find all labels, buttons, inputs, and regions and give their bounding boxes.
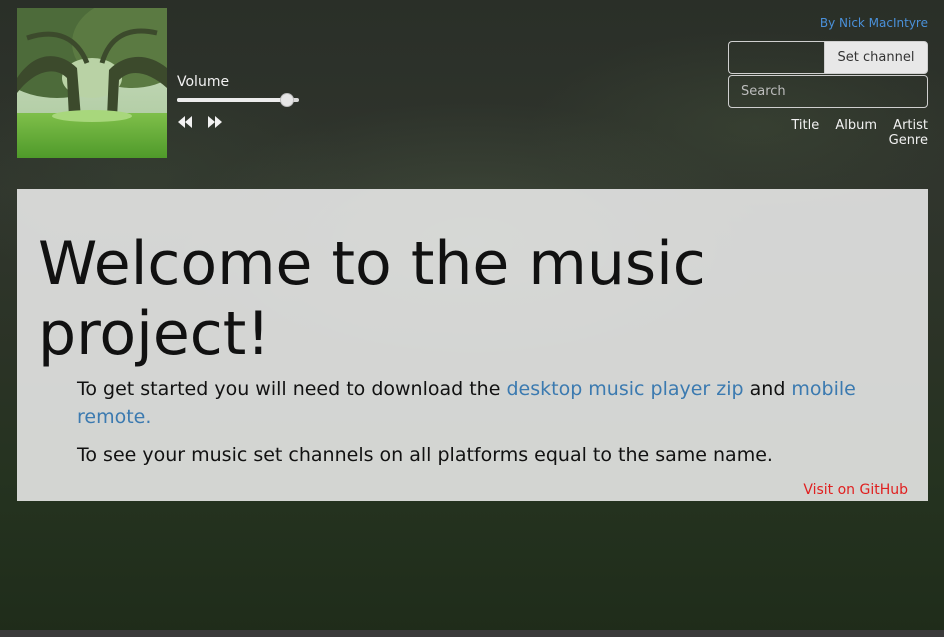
set-channel-button[interactable]: Set channel [824,41,928,74]
volume-slider[interactable] [177,92,305,108]
fast-forward-icon [208,116,222,128]
bottom-bar [0,630,944,637]
search-input[interactable] [728,75,928,108]
album-art [17,8,167,158]
welcome-title: Welcome to the music project! [38,229,706,369]
volume-thumb[interactable] [279,93,294,107]
volume-fill [177,98,287,102]
welcome-text: To get started you will need to download… [77,375,897,479]
sort-artist[interactable]: Artist [893,118,928,133]
getting-started-paragraph: To get started you will need to download… [77,375,897,431]
channels-paragraph: To see your music set channels on all pl… [77,444,773,466]
and-text: and [743,378,792,400]
volume-label: Volume [177,74,230,90]
author-link[interactable]: By Nick MacIntyre [820,16,928,30]
channel-input[interactable] [728,41,824,74]
transport-controls [177,114,223,130]
rewind-icon [178,116,192,128]
welcome-panel: Welcome to the music project! To get sta… [17,189,928,501]
github-link[interactable]: Visit on GitHub [803,482,908,498]
sort-title[interactable]: Title [791,118,819,133]
next-track-button[interactable] [207,114,223,130]
channel-form: Set channel [728,41,928,74]
sort-album[interactable]: Album [835,118,877,133]
sort-genre[interactable]: Genre [889,133,928,148]
intro-text: To get started you will need to download… [77,378,507,400]
sort-links: Title Album Artist Genre [728,118,928,148]
desktop-player-link[interactable]: desktop music player zip [506,378,743,400]
previous-track-button[interactable] [177,114,193,130]
